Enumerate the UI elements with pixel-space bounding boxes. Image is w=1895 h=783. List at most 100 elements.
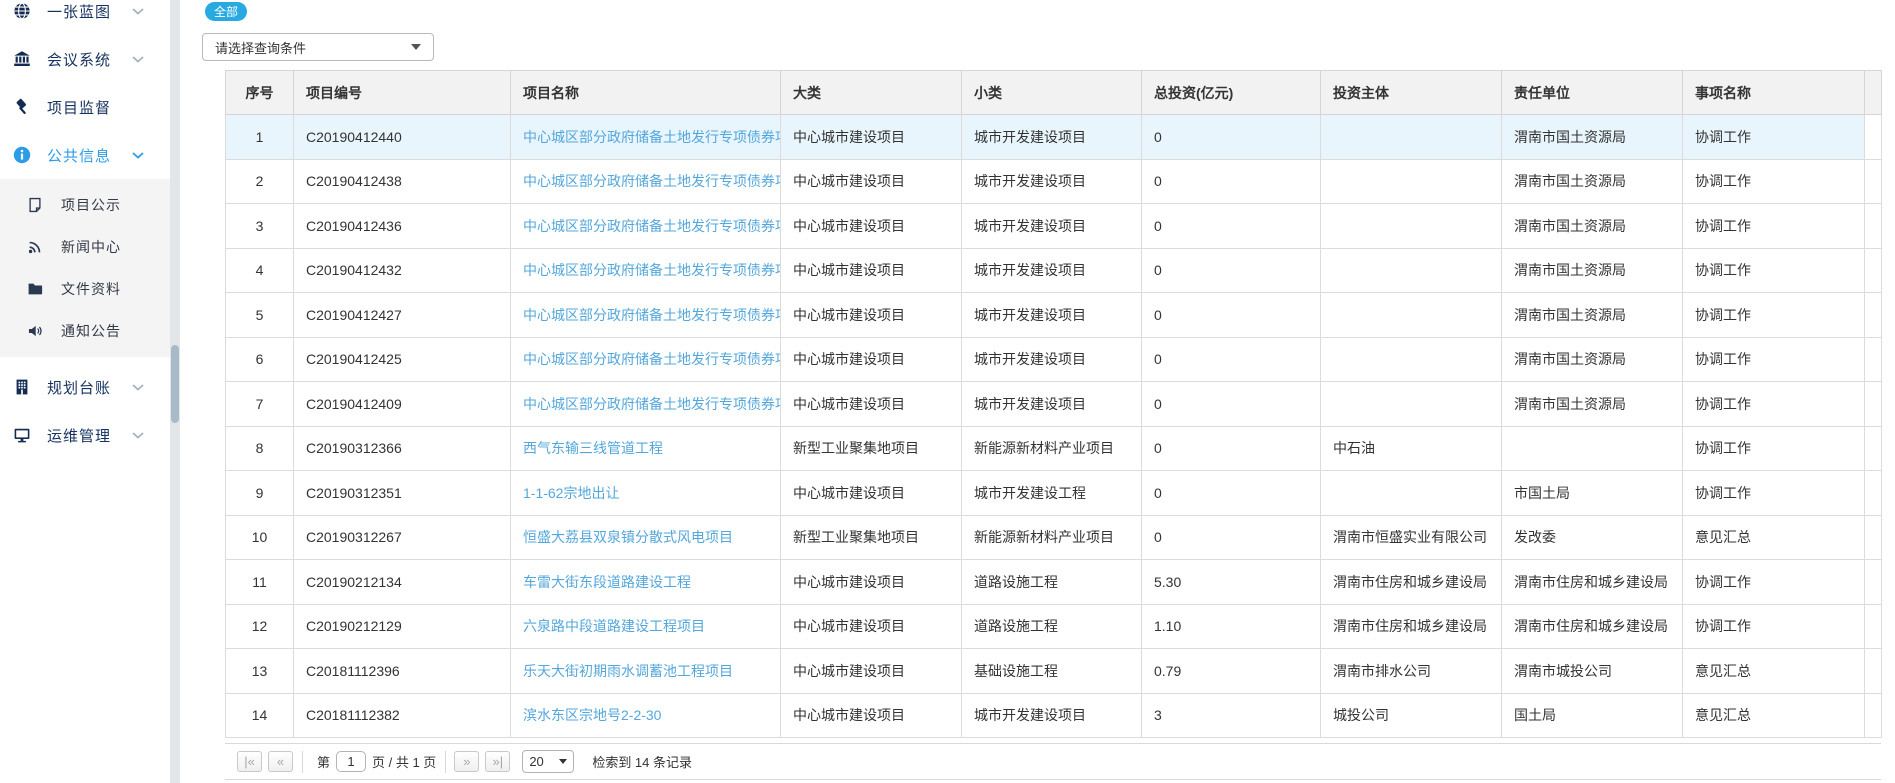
cell-seq: 12	[226, 604, 294, 649]
project-name-link[interactable]: 中心城区部分政府储备土地发行专项债券项目	[523, 173, 781, 189]
cell-responsible: 渭南市城投公司	[1502, 649, 1683, 694]
cell-subcategory: 道路设施工程	[962, 604, 1142, 649]
table-row[interactable]: 1C20190412440中心城区部分政府储备土地发行专项债券项目中心城市建设项…	[226, 115, 1882, 160]
all-filter-button[interactable]: 全部	[205, 2, 247, 21]
cell-matter: 协调工作	[1683, 471, 1865, 516]
col-header-seq: 序号	[226, 71, 294, 115]
table-row[interactable]: 7C20190412409中心城区部分政府储备土地发行专项债券项目中心城市建设项…	[226, 382, 1882, 427]
filler-cell	[1865, 204, 1882, 249]
next-page-button[interactable]: »	[454, 751, 479, 772]
cell-responsible: 渭南市国土资源局	[1502, 382, 1683, 427]
cell-responsible: 渭南市国土资源局	[1502, 293, 1683, 338]
table-row[interactable]: 13C20181112396乐天大街初期雨水调蓄池工程项目中心城市建设项目基础设…	[226, 649, 1882, 694]
table-header-row: 序号 项目编号 项目名称 大类 小类 总投资(亿元) 投资主体 责任单位 事项名…	[226, 71, 1882, 115]
sidebar-item-ops-management[interactable]: 运维管理	[0, 411, 170, 459]
last-page-button[interactable]: »|	[485, 751, 510, 772]
cell-subcategory: 城市开发建设项目	[962, 693, 1142, 738]
cell-matter: 意见汇总	[1683, 515, 1865, 560]
sidebar-item-public-info[interactable]: 公共信息	[0, 131, 170, 179]
sidebar-item-planning-ledger[interactable]: 规划台账	[0, 363, 170, 411]
prev-page-button[interactable]: «	[268, 751, 293, 772]
cell-matter: 协调工作	[1683, 115, 1865, 160]
table-row[interactable]: 6C20190412425中心城区部分政府储备土地发行专项债券项目中心城市建设项…	[226, 337, 1882, 382]
sidebar-item-supervision[interactable]: 项目监督	[0, 83, 170, 131]
cell-code: C20190312366	[294, 426, 511, 471]
filler-cell	[1865, 426, 1882, 471]
table-row[interactable]: 3C20190412436 中心城区部分政府储备土地发行专项债券项目中心城市建设项…	[226, 204, 1882, 249]
sidebar-scrollbar[interactable]	[170, 0, 180, 783]
project-name-link[interactable]: 恒盛大荔县双泉镇分散式风电项目	[523, 529, 733, 545]
sidebar-item-label: 运维管理	[47, 425, 111, 446]
filler-cell	[1865, 115, 1882, 160]
cell-responsible: 发改委	[1502, 515, 1683, 560]
project-name-link[interactable]: 滨水东区宗地号2-2-30	[523, 707, 661, 723]
cell-investment: 0	[1142, 471, 1321, 516]
sidebar-item-label: 项目公示	[61, 195, 121, 215]
filler-cell	[1865, 382, 1882, 427]
cell-code: C20190412436	[294, 204, 511, 249]
speaker-icon	[27, 323, 43, 339]
project-name-link[interactable]: 中心城区部分政府储备土地发行专项债券项目	[523, 307, 781, 323]
project-name-link[interactable]: 中心城区部分政府储备土地发行专项债券项目	[523, 218, 781, 234]
cell-subcategory: 道路设施工程	[962, 560, 1142, 605]
cell-investor	[1321, 337, 1502, 382]
cell-investment: 0	[1142, 159, 1321, 204]
cell-seq: 3	[226, 204, 294, 249]
first-page-button[interactable]: |«	[237, 751, 262, 772]
project-name-link[interactable]: 中心城区部分政府储备土地发行专项债券项目	[523, 396, 781, 412]
sidebar-item-blueprint[interactable]: 一张蓝图	[0, 0, 170, 35]
cell-subcategory: 城市开发建设项目	[962, 204, 1142, 249]
project-name-link[interactable]: 中心城区部分政府储备土地发行专项债券项目	[523, 129, 781, 145]
cell-investment: 0	[1142, 337, 1321, 382]
cell-category: 中心城市建设项目	[781, 560, 962, 605]
cell-name: 滨水东区宗地号2-2-30	[511, 693, 781, 738]
table-row[interactable]: 11C20190212134车雷大街东段道路建设工程中心城市建设项目道路设施工程…	[226, 560, 1882, 605]
sidebar-item-label: 一张蓝图	[47, 1, 111, 22]
table-row[interactable]: 9C201903123511-1-62宗地出让中心城市建设项目城市开发建设工程0…	[226, 471, 1882, 516]
cell-category: 中心城市建设项目	[781, 382, 962, 427]
project-name-link[interactable]: 六泉路中段道路建设工程项目	[523, 618, 705, 634]
cell-name: 中心城区部分政府储备土地发行专项债券项目	[511, 337, 781, 382]
project-name-link[interactable]: 车雷大街东段道路建设工程	[523, 574, 691, 590]
project-name-link[interactable]: 乐天大街初期雨水调蓄池工程项目	[523, 663, 733, 679]
project-name-link[interactable]: 西气东输三线管道工程	[523, 440, 663, 456]
query-condition-select[interactable]: 请选择查询条件	[202, 33, 434, 61]
cell-code: C20190412438	[294, 159, 511, 204]
sidebar-item-project-publicity[interactable]: 项目公示	[0, 184, 170, 226]
cell-subcategory: 城市开发建设工程	[962, 471, 1142, 516]
sidebar-scrollbar-thumb[interactable]	[171, 345, 179, 423]
cell-category: 中心城市建设项目	[781, 693, 962, 738]
cell-investment: 5.30	[1142, 560, 1321, 605]
table-row[interactable]: 4C20190412432中心城区部分政府储备土地发行专项债券项目中心城市建设项…	[226, 248, 1882, 293]
sidebar: 一张蓝图 会议系统 项目监督	[0, 0, 170, 783]
cell-subcategory: 基础设施工程	[962, 649, 1142, 694]
page-size-select[interactable]: 20	[522, 750, 574, 773]
project-name-link[interactable]: 中心城区部分政府储备土地发行专项债券项目	[523, 262, 781, 278]
table-row[interactable]: 14C20181112382滨水东区宗地号2-2-30中心城市建设项目城市开发建…	[226, 693, 1882, 738]
cell-investment: 0	[1142, 293, 1321, 338]
cell-responsible: 渭南市住房和城乡建设局	[1502, 604, 1683, 649]
cell-seq: 7	[226, 382, 294, 427]
cell-matter: 协调工作	[1683, 426, 1865, 471]
sidebar-item-label: 规划台账	[47, 377, 111, 398]
cell-seq: 6	[226, 337, 294, 382]
table-row[interactable]: 5C20190412427中心城区部分政府储备土地发行专项债券项目中心城市建设项…	[226, 293, 1882, 338]
table-row[interactable]: 12C20190212129六泉路中段道路建设工程项目中心城市建设项目道路设施工…	[226, 604, 1882, 649]
table-row[interactable]: 8C20190312366西气东输三线管道工程新型工业聚集地项目新能源新材料产业…	[226, 426, 1882, 471]
page-number-input[interactable]	[336, 751, 366, 772]
sidebar-item-meeting[interactable]: 会议系统	[0, 35, 170, 83]
table-row[interactable]: 2C20190412438中心城区部分政府储备土地发行专项债券项目中心城市建设项…	[226, 159, 1882, 204]
table-row[interactable]: 10C20190312267恒盛大荔县双泉镇分散式风电项目新型工业聚集地项目新能…	[226, 515, 1882, 560]
cell-investor	[1321, 293, 1502, 338]
info-icon	[13, 146, 31, 164]
col-header-investor: 投资主体	[1321, 71, 1502, 115]
sidebar-item-documents[interactable]: 文件资料	[0, 268, 170, 310]
chevron-down-icon	[132, 432, 144, 439]
cell-name: 中心城区部分政府储备土地发行专项债券项目	[511, 115, 781, 160]
project-name-link[interactable]: 中心城区部分政府储备土地发行专项债券项目	[523, 351, 781, 367]
sidebar-item-notices[interactable]: 通知公告	[0, 310, 170, 352]
cell-category: 中心城市建设项目	[781, 204, 962, 249]
sidebar-item-news-center[interactable]: 新闻中心	[0, 226, 170, 268]
cell-category: 中心城市建设项目	[781, 293, 962, 338]
project-name-link[interactable]: 1-1-62宗地出让	[523, 485, 619, 501]
